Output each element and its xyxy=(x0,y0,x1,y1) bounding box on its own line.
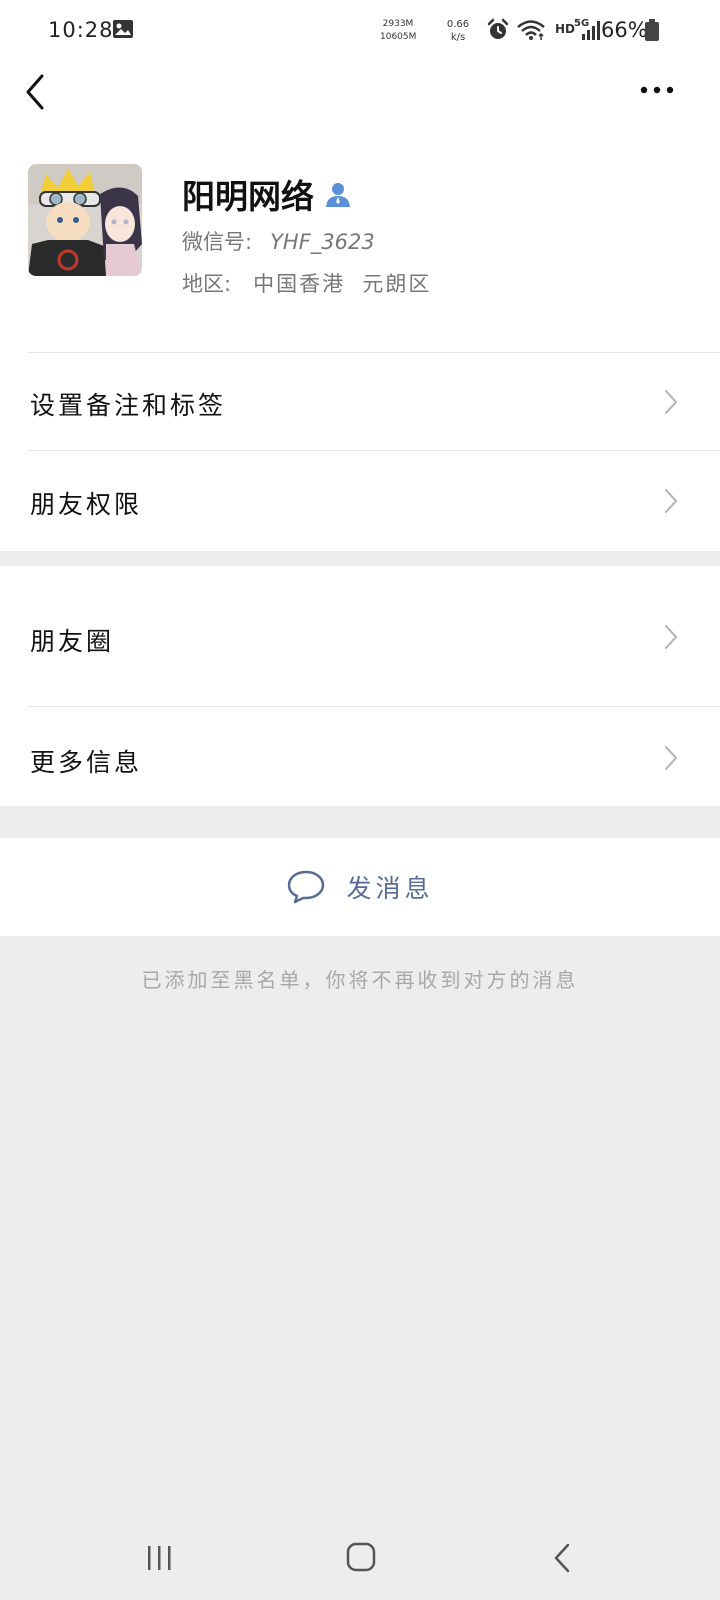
region-value: 中国香港 元朗区 xyxy=(253,272,432,296)
network-type: 5G xyxy=(574,18,589,29)
top-nav-bar xyxy=(0,62,720,120)
send-message-button[interactable]: 发消息 xyxy=(0,838,720,936)
back-arrow-icon[interactable] xyxy=(22,72,52,112)
more-options-icon[interactable] xyxy=(638,80,678,100)
status-bar: 10:28 2933M 10605M 0.66 k/s HD 5G 66% xyxy=(0,0,720,62)
home-icon[interactable] xyxy=(346,1542,376,1572)
signal-icon: 5G xyxy=(574,18,600,40)
menu-item-label: 朋友权限 xyxy=(30,490,143,519)
contact-name: 阳明网络 xyxy=(182,177,314,216)
menu-item-label: 设置备注和标签 xyxy=(30,391,227,420)
chevron-right-icon xyxy=(665,625,677,649)
wifi-icon xyxy=(517,20,545,40)
region-row: 地区: 中国香港 元朗区 xyxy=(182,268,431,298)
avatar[interactable] xyxy=(28,164,142,276)
status-time: 10:28 xyxy=(48,18,114,42)
menu-item-more-info[interactable]: 更多信息 xyxy=(0,707,720,806)
battery-percent: 66% xyxy=(601,18,648,42)
system-back-icon[interactable] xyxy=(552,1542,572,1574)
network-speed: 0.66 k/s xyxy=(444,18,472,44)
speed-unit: k/s xyxy=(450,32,466,43)
profile-header: 阳明网络 微信号: YHF_3623 地区: 中国香港 元朗区 xyxy=(0,120,720,352)
memory-bottom: 10605M xyxy=(380,32,417,42)
recent-apps-icon[interactable] xyxy=(146,1544,174,1572)
chevron-right-icon xyxy=(665,746,677,770)
contact-person-icon xyxy=(326,183,350,207)
send-message-label: 发消息 xyxy=(346,874,434,903)
memory-top: 2933M xyxy=(382,19,414,29)
chevron-right-icon xyxy=(665,390,677,414)
speed-value: 0.66 xyxy=(446,19,470,30)
contact-name-row: 阳明网络 xyxy=(182,170,352,218)
alarm-icon xyxy=(487,18,509,39)
menu-item-friend-permissions[interactable]: 朋友权限 xyxy=(0,451,720,551)
wechat-id-row: 微信号: YHF_3623 xyxy=(182,226,375,256)
wechat-id-value: YHF_3623 xyxy=(270,230,375,254)
chat-bubble-icon xyxy=(288,870,325,904)
menu-item-label: 更多信息 xyxy=(30,748,143,777)
region-label: 地区: xyxy=(182,272,232,296)
image-notification-icon xyxy=(113,20,133,38)
menu-item-label: 朋友圈 xyxy=(30,627,115,656)
system-navigation-bar xyxy=(0,1508,720,1600)
memory-indicator: 2933M 10605M xyxy=(380,18,416,44)
battery-icon xyxy=(645,19,659,41)
hd-indicator: HD xyxy=(555,22,576,36)
menu-item-moments[interactable]: 朋友圈 xyxy=(0,566,720,707)
chevron-right-icon xyxy=(665,489,677,513)
menu-item-remark-tags[interactable]: 设置备注和标签 xyxy=(0,353,720,451)
wechat-id-label: 微信号: xyxy=(182,230,253,254)
blocked-notice: 已添加至黑名单，你将不再收到对方的消息 xyxy=(141,968,579,992)
